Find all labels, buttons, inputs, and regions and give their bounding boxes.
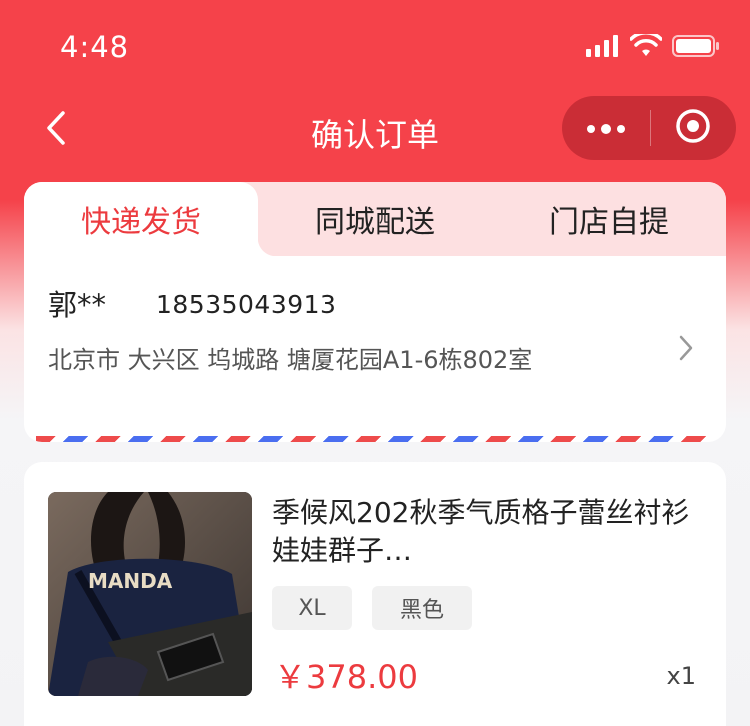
status-bar: 4:48: [0, 0, 750, 90]
product-image[interactable]: MANDA: [48, 492, 252, 696]
tab-store-pickup[interactable]: 门店自提: [492, 182, 726, 256]
tab-same-city-delivery[interactable]: 同城配送: [258, 182, 492, 256]
recipient-phone: 18535043913: [156, 290, 337, 319]
envelope-stripe-divider: [36, 436, 714, 442]
address-card: 快递发货 同城配送 门店自提 郭** 18535043913 北京市 大兴区 坞…: [24, 182, 726, 442]
status-time: 4:48: [60, 30, 130, 64]
more-dots-icon: [586, 119, 626, 138]
spec-size-tag: XL: [272, 586, 352, 630]
close-mini-program-button[interactable]: [651, 96, 735, 160]
signal-icon: [586, 35, 620, 61]
target-circle-icon: [675, 108, 711, 148]
product-price: ￥378.00: [274, 658, 418, 696]
chevron-right-icon: [678, 334, 694, 366]
product-card: MANDA 季候风202秋季气质格子蕾丝衬衫娃娃群子… XL 黑色 ￥378.0…: [24, 462, 726, 726]
mini-program-capsule: [562, 96, 736, 160]
wifi-icon: [629, 31, 663, 62]
tab-express-delivery[interactable]: 快递发货: [24, 182, 276, 256]
product-title[interactable]: 季候风202秋季气质格子蕾丝衬衫娃娃群子…: [272, 494, 692, 570]
recipient-name: 郭**: [48, 288, 107, 322]
shirt-print-text: MANDA: [88, 569, 173, 593]
more-menu-button[interactable]: [562, 96, 650, 160]
address-selector[interactable]: 郭** 18535043913 北京市 大兴区 坞城路 塘厦花园A1-6栋802…: [24, 256, 726, 436]
status-icons: [586, 31, 720, 62]
delivery-tabs: 快递发货 同城配送 门店自提: [24, 182, 726, 256]
nav-bar: 确认订单: [0, 96, 750, 166]
battery-icon: [672, 34, 720, 62]
spec-color-tag: 黑色: [372, 586, 472, 630]
product-quantity: x1: [666, 662, 696, 690]
address-detail: 北京市 大兴区 坞城路 塘厦花园A1-6栋802室: [48, 346, 533, 374]
